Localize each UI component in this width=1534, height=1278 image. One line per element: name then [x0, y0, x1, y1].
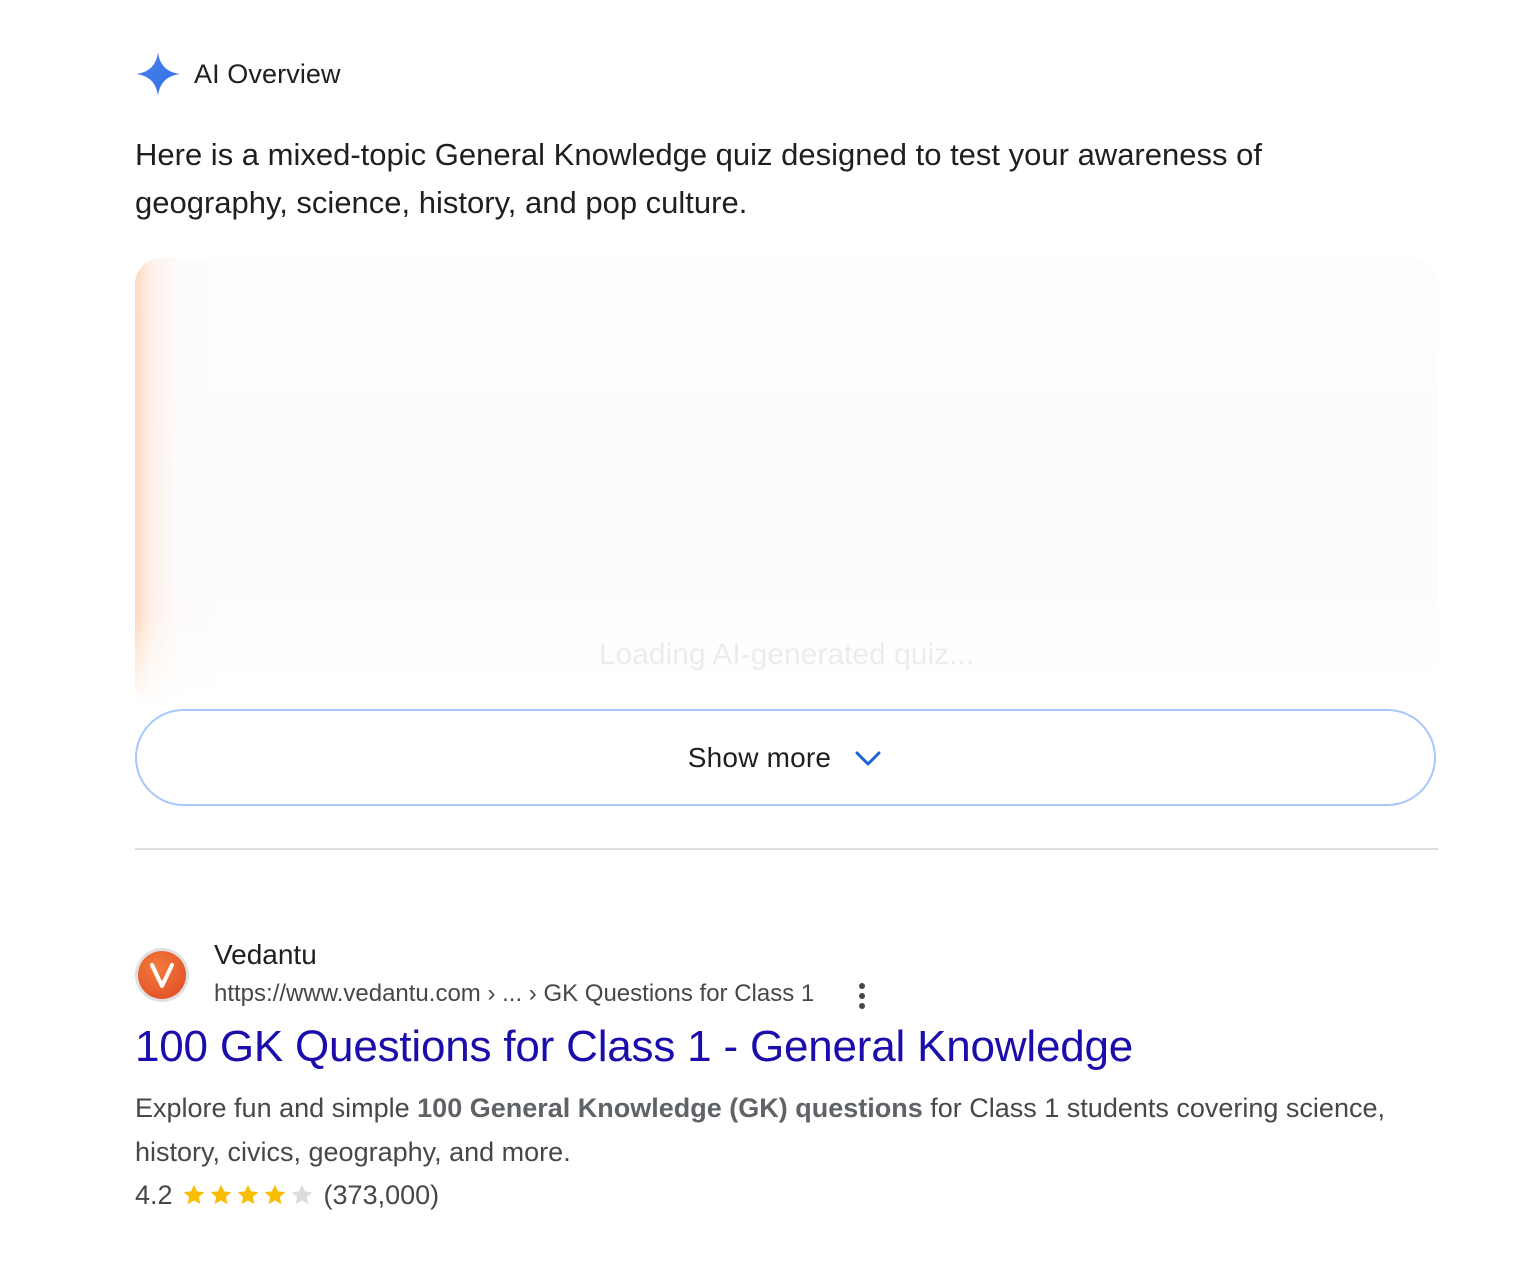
- ai-overview-intro: Here is a mixed-topic General Knowledge …: [135, 137, 1262, 220]
- rating-row: 4.2 (373,000): [135, 1176, 439, 1214]
- star-filled-icon: [210, 1184, 231, 1205]
- section-divider: [135, 848, 1438, 850]
- quiz-loading-card: Loading AI-generated quiz...: [135, 258, 1438, 708]
- star-filled-icon: [264, 1184, 285, 1205]
- quiz-loading-text: Loading AI-generated quiz...: [598, 638, 975, 671]
- ai-overview-header: AI Overview: [135, 51, 341, 97]
- site-favicon[interactable]: [135, 948, 189, 1002]
- menu-dot: [859, 993, 865, 999]
- snippet-bold-text: 100 General Knowledge (GK) questions: [417, 1093, 923, 1123]
- snippet-text: Explore fun and simple: [135, 1093, 418, 1123]
- show-more-button[interactable]: Show more: [135, 709, 1436, 806]
- star-filled-icon: [237, 1184, 258, 1205]
- result-snippet: Explore fun and simple 100 General Knowl…: [135, 1086, 1425, 1174]
- vedantu-logo-icon: [138, 951, 186, 999]
- result-site-name[interactable]: Vedantu: [214, 939, 317, 971]
- sparkle-icon: [136, 52, 180, 96]
- more-options-icon[interactable]: [849, 980, 875, 1012]
- chevron-down-icon: [855, 751, 881, 765]
- rating-value: 4.2: [135, 1179, 173, 1210]
- menu-dot: [859, 1003, 865, 1009]
- menu-dot: [859, 983, 865, 989]
- star-empty-icon: [291, 1184, 312, 1205]
- review-count: (373,000): [323, 1179, 440, 1210]
- result-title-link[interactable]: 100 GK Questions for Class 1 - General K…: [135, 1022, 1133, 1072]
- star-filled-icon: [183, 1184, 204, 1205]
- result-url[interactable]: https://www.vedantu.com › ... › GK Quest…: [214, 980, 814, 1008]
- v-letter-icon: [150, 963, 174, 988]
- rating-stars: [181, 1182, 316, 1208]
- show-more-label: Show more: [687, 741, 832, 773]
- ai-overview-title: AI Overview: [194, 58, 341, 89]
